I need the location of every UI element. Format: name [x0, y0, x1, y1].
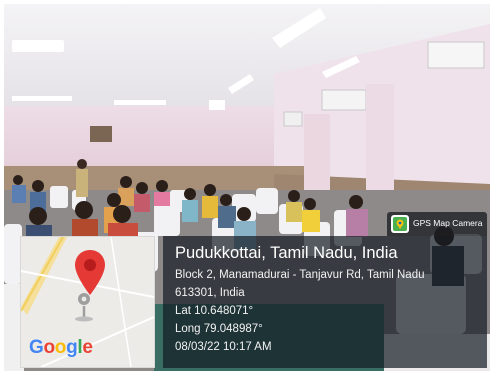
gps-badge: GPS Map Camera [387, 212, 487, 236]
google-logo: Google [29, 337, 93, 358]
address-line-2: 613301, India [175, 287, 245, 299]
longitude: Long 79.048987° [175, 323, 263, 335]
location-marker-icon [75, 293, 93, 322]
place-name: Pudukkottai, Tamil Nadu, India [175, 244, 398, 262]
gps-badge-label: GPS Map Camera [413, 218, 483, 228]
location-info-panel: Pudukkottai, Tamil Nadu, India Block 2, … [163, 236, 487, 368]
classroom-photo: GPS Map Camera Google Pudukkottai, Tamil… [4, 4, 490, 371]
photo-frame: GPS Map Camera Google Pudukkottai, Tamil… [0, 0, 494, 375]
address-line-1: Block 2, Manamadurai - Tanjavur Rd, Tami… [175, 269, 425, 281]
latitude: Lat 10.648071° [175, 305, 254, 317]
gps-map-camera-icon [391, 215, 409, 233]
map-thumbnail: Google [20, 236, 155, 368]
date-time: 08/03/22 10:17 AM [175, 341, 272, 353]
